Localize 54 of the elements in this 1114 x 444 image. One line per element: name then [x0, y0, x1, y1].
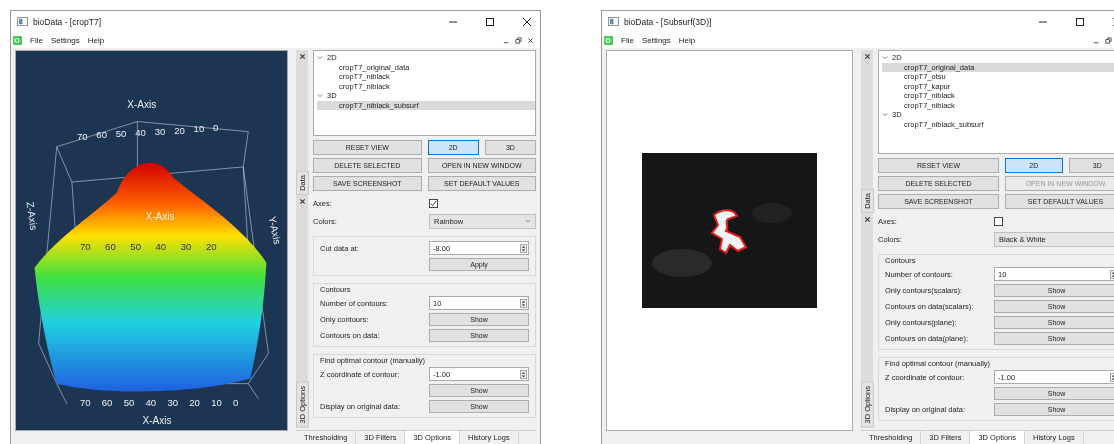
axis-tick-label: 30	[167, 396, 179, 408]
axis-tick-label: 60	[105, 240, 116, 252]
axis-tick-label: 20	[189, 396, 200, 408]
menu-item[interactable]: Settings	[641, 35, 671, 45]
axis-title: X-Axis	[145, 211, 175, 223]
close-icon[interactable]	[527, 36, 534, 44]
app-icon	[17, 17, 28, 26]
axis-title: X-Axis	[127, 99, 157, 111]
axis-tick-label: 20	[205, 240, 217, 252]
plot-viewport[interactable]: X-Axis 70 60 50 40 30 20 10 0 X-Axis 70 60 50 40 30 20 70 60 50 40 30 20 10 0 X-Axis Y-Axis Z-Axis	[15, 50, 288, 431]
menu-item[interactable]: File	[621, 35, 634, 45]
close-icon[interactable]	[863, 53, 871, 60]
axis-tick-label: 50	[130, 240, 141, 252]
app-icon	[608, 17, 619, 26]
axis-tick-label: 40	[145, 396, 157, 408]
axis-tick-label: 20	[174, 124, 185, 136]
axis-tick-label: 60	[96, 129, 107, 141]
axis-tick-label: 60	[101, 396, 113, 408]
window-title: bioData - [cropT7]	[33, 16, 102, 27]
axis-tick-label: 50	[123, 396, 135, 408]
restore-icon[interactable]	[515, 36, 522, 44]
spin-arrows-icon[interactable]	[520, 298, 527, 308]
axis-tick-label: 50	[115, 128, 127, 140]
maximize-icon[interactable]	[485, 16, 495, 27]
axis-tick-label: 0	[213, 122, 219, 134]
axis-title: Z-Axis	[24, 200, 40, 231]
spin-arrows-icon[interactable]	[520, 243, 527, 253]
image-viewport[interactable]	[606, 50, 853, 431]
checkbox[interactable]	[429, 198, 438, 208]
axis-tick-label: 0	[233, 396, 239, 408]
axis-tick-label: 30	[180, 240, 192, 252]
axis-tick-label: 40	[155, 240, 167, 252]
close-icon[interactable]	[298, 198, 306, 205]
axis-title: X-Axis	[142, 414, 172, 426]
close-icon[interactable]	[522, 16, 532, 27]
menu-item[interactable]: Help	[87, 35, 105, 45]
menu-item[interactable]: Help	[678, 35, 696, 45]
maximize-icon[interactable]	[1075, 16, 1085, 27]
axis-tick-label: 40	[135, 127, 146, 139]
checkbox[interactable]	[994, 216, 1003, 226]
axis-title: Y-Axis	[266, 215, 284, 246]
axis-tick-label: 30	[154, 125, 166, 137]
axis-tick-label: 10	[211, 396, 222, 408]
axis-tick-label: 10	[193, 123, 205, 135]
window-title: bioData - [Subsurf(3D)]	[624, 16, 712, 27]
axis-tick-label: 70	[79, 240, 91, 252]
close-icon[interactable]	[298, 53, 306, 60]
axis-tick-label: 70	[76, 130, 88, 142]
restore-icon[interactable]	[1105, 36, 1112, 44]
spin-arrows-icon[interactable]	[520, 369, 527, 379]
close-icon[interactable]	[863, 216, 871, 223]
menu-item[interactable]: File	[30, 35, 43, 45]
axis-tick-label: 70	[79, 396, 91, 408]
menu-item[interactable]: Settings	[50, 35, 80, 45]
